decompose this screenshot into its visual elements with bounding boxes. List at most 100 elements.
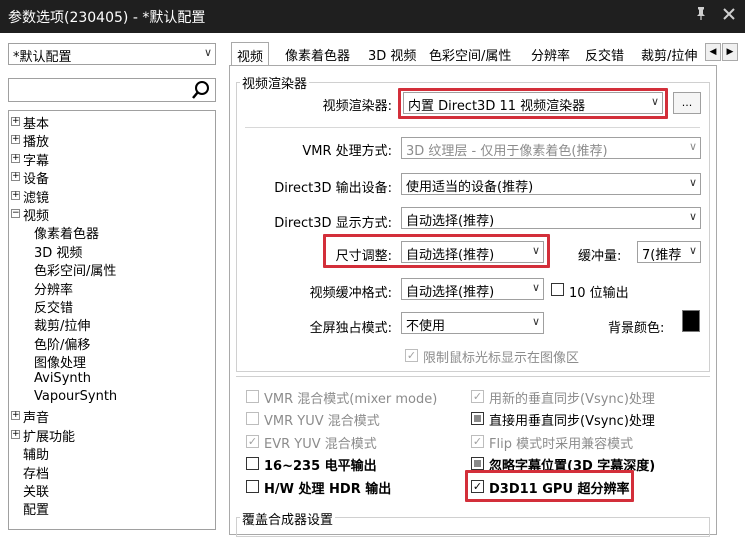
d3d-device-select[interactable]: 使用适当的设备(推荐) ∨ — [401, 173, 701, 195]
left-option-label-1: VMR YUV 混合模式 — [264, 414, 380, 429]
tree-item[interactable]: + 字幕 — [11, 150, 50, 169]
tree-item[interactable]: 分辨率 — [34, 279, 73, 298]
tree-item[interactable]: 裁剪/拉伸 — [34, 315, 90, 334]
right-option-checkbox-1[interactable] — [471, 412, 484, 425]
tree-item[interactable]: 辅助 — [23, 444, 49, 463]
bgcolor-label: 背景颜色: — [608, 321, 665, 336]
tree-item-label: 裁剪/拉伸 — [34, 319, 91, 335]
buffer-select[interactable]: 7(推荐 ∨ — [637, 241, 701, 263]
search-icon[interactable] — [191, 80, 211, 104]
tree-item[interactable]: + 基本 — [11, 113, 50, 132]
tab-4[interactable]: 分辨率 — [526, 42, 575, 66]
tree-item[interactable]: + 扩展功能 — [11, 426, 76, 445]
right-option-label-0: 用新的垂直同步(Vsync)处理 — [489, 392, 655, 407]
tree-item[interactable]: − 视频 — [11, 205, 49, 224]
tree-item[interactable]: 关联 — [23, 481, 49, 500]
renderer-settings-button[interactable]: ... — [673, 92, 701, 114]
limit-cursor-label: 限制鼠标光标显示在图像区 — [423, 351, 580, 366]
tree-item[interactable]: AviSynth — [34, 371, 91, 386]
left-option-checkbox-2[interactable]: ✓ — [246, 435, 259, 448]
tree-item[interactable]: VapourSynth — [34, 389, 117, 404]
tree-item[interactable]: 色彩空间/属性 — [34, 260, 116, 279]
tree-item-label: 图像处理 — [34, 356, 87, 372]
limit-cursor-checkbox[interactable]: ✓ — [405, 349, 418, 362]
tree-item[interactable]: 图像处理 — [34, 352, 86, 371]
tree-item-label: 字幕 — [23, 153, 50, 169]
renderer-label: 视频渲染器: — [322, 99, 392, 114]
tab-scroll-right-button[interactable]: ▶ — [722, 43, 738, 61]
tab-scroll-left-button[interactable]: ◀ — [705, 43, 721, 61]
bgcolor-swatch[interactable] — [682, 310, 700, 332]
fullscreen-select-value: 不使用 — [406, 319, 446, 334]
d3d-display-select[interactable]: 自动选择(推荐) ∨ — [401, 207, 701, 229]
expand-icon[interactable]: + — [11, 172, 20, 182]
tree-item-label: 像素着色器 — [34, 227, 100, 243]
tree-item[interactable]: + 设备 — [11, 168, 49, 187]
resize-select-value: 自动选择(推荐) — [406, 248, 495, 263]
vmr-select-value: 3D 纹理层 - 仅用于像素着色(推荐) — [406, 144, 608, 159]
expand-icon[interactable]: + — [11, 190, 20, 200]
tree-item[interactable]: 存档 — [23, 463, 49, 482]
divider — [245, 127, 700, 128]
tab-3[interactable]: 色彩空间/属性 — [424, 42, 516, 66]
tab-5[interactable]: 反交错 — [580, 42, 629, 66]
close-icon[interactable] — [718, 5, 740, 27]
right-option-checkbox-2[interactable]: ✓ — [471, 435, 484, 448]
tree-item[interactable]: + 滤镜 — [11, 187, 50, 206]
resize-select[interactable]: 自动选择(推荐) ∨ — [401, 241, 544, 263]
tab-6[interactable]: 裁剪/拉伸 — [636, 42, 702, 66]
tree-item-label: 配置 — [23, 503, 50, 519]
left-option-checkbox-3[interactable] — [246, 457, 259, 470]
buffer-format-label: 视频缓冲格式: — [309, 286, 392, 301]
expand-icon[interactable]: + — [11, 153, 20, 163]
right-option-checkbox-0[interactable]: ✓ — [471, 390, 484, 403]
divider — [236, 376, 710, 377]
buffer-format-select-value: 自动选择(推荐) — [406, 285, 495, 300]
highlight-box — [465, 470, 634, 502]
tree-item[interactable]: + 声音 — [11, 407, 49, 426]
d3d-device-label: Direct3D 输出设备: — [274, 181, 392, 196]
tree-item[interactable]: 色阶/偏移 — [34, 334, 90, 353]
settings-tree[interactable]: + 基本 + 播放 + 字幕 + 设备 + 滤镜 − 视频 像素着色器 3D 视频 色彩空间/属性 分辨率 反交… — [8, 110, 216, 530]
left-option-checkbox-1[interactable] — [246, 412, 259, 425]
expand-icon[interactable]: + — [11, 411, 20, 421]
left-option-label-2: EVR YUV 混合模式 — [264, 437, 377, 452]
right-option-checkbox-3[interactable] — [471, 457, 484, 470]
vmr-select[interactable]: 3D 纹理层 - 仅用于像素着色(推荐) ∨ — [401, 137, 701, 159]
search-input[interactable] — [8, 78, 216, 102]
expand-icon[interactable]: + — [11, 117, 20, 126]
tree-item[interactable]: 反交错 — [34, 297, 73, 316]
buffer-format-select[interactable]: 自动选择(推荐) ∨ — [401, 278, 544, 300]
tree-item-label: VapourSynth — [34, 389, 118, 404]
pin-icon[interactable] — [690, 5, 712, 27]
tree-item[interactable]: 3D 视频 — [34, 242, 82, 261]
tree-item-label: 分辨率 — [34, 282, 74, 298]
tab-1[interactable]: 像素着色器 — [280, 42, 355, 66]
tree-item[interactable]: 配置 — [23, 499, 49, 518]
tab-0[interactable]: 视频 — [231, 42, 270, 66]
expand-icon[interactable]: + — [11, 135, 20, 145]
left-option-checkbox-4[interactable] — [246, 480, 259, 493]
title-bar: 参数选项(230405) - *默认配置 — [0, 0, 745, 33]
profile-select[interactable]: *默认配置 ∨ — [8, 43, 216, 65]
tree-item-label: 基本 — [23, 117, 50, 132]
window-title: 参数选项(230405) - *默认配置 — [8, 10, 206, 26]
chevron-down-icon: ∨ — [531, 315, 540, 328]
tab-2[interactable]: 3D 视频 — [363, 42, 421, 66]
tree-item-label: 扩展功能 — [23, 429, 76, 445]
ten-bit-checkbox[interactable] — [551, 283, 564, 296]
tree-item-label: 色阶/偏移 — [34, 337, 91, 353]
tree-item[interactable]: + 播放 — [11, 131, 49, 150]
collapse-icon[interactable]: − — [11, 209, 20, 218]
fullscreen-select[interactable]: 不使用 ∨ — [401, 312, 544, 334]
tree-item[interactable]: 像素着色器 — [34, 223, 99, 242]
expand-icon[interactable]: + — [11, 429, 20, 439]
tree-item-label: 滤镜 — [23, 190, 50, 206]
left-option-checkbox-0[interactable] — [246, 390, 259, 403]
ten-bit-label: 10 位输出 — [569, 286, 629, 301]
buffer-label: 缓冲量: — [578, 249, 622, 264]
chevron-down-icon: ∨ — [688, 210, 697, 223]
chevron-down-icon: ∨ — [531, 281, 540, 294]
resize-label: 尺寸调整: — [335, 249, 392, 264]
tree-item-label: 存档 — [23, 466, 50, 482]
